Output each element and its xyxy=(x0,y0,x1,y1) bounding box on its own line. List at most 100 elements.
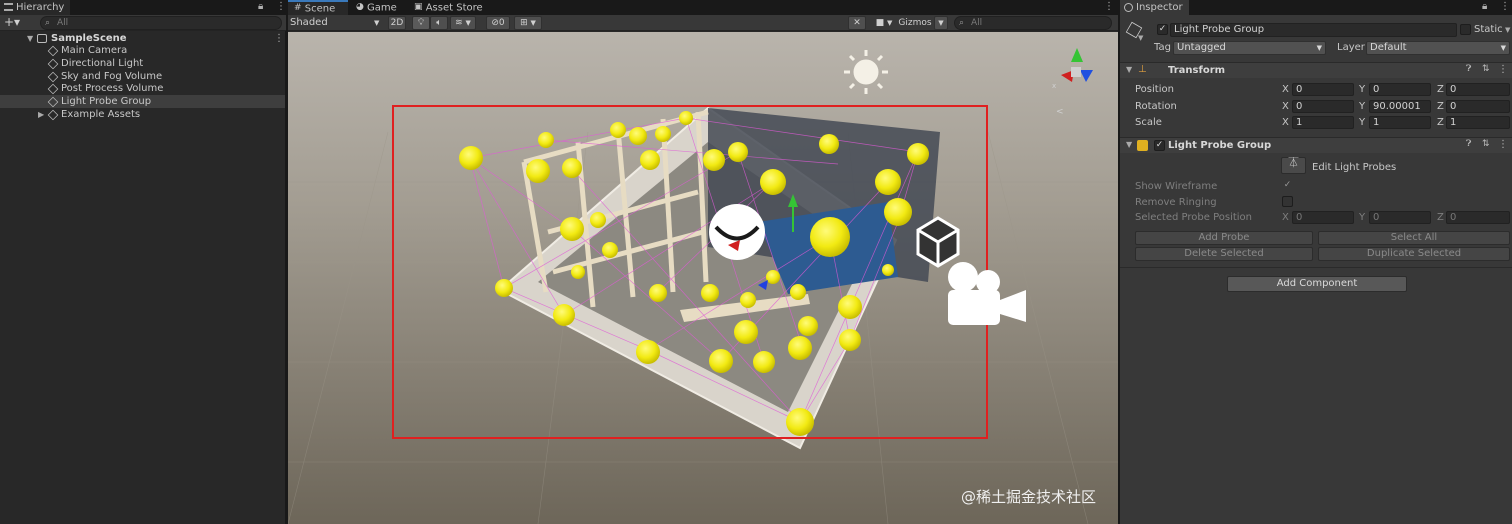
rotation-x-field[interactable]: 0 xyxy=(1292,100,1354,113)
scale-z-field[interactable]: 1 xyxy=(1446,116,1510,129)
component-divider xyxy=(1120,267,1512,268)
rotation-y-field[interactable]: 90.00001 xyxy=(1369,100,1431,113)
static-label: Static xyxy=(1474,24,1503,35)
transform-component-header[interactable]: ▼ ⊥ Transform ❓︎ ⇅ ⋮ xyxy=(1120,62,1512,78)
selected-probe-x-field[interactable]: 0 xyxy=(1292,211,1354,224)
light-probe-sphere xyxy=(786,408,814,436)
expand-arrow-icon[interactable]: ▶ xyxy=(38,108,44,121)
gamepad-icon: ◕ xyxy=(356,2,364,12)
toggle-2d-button[interactable]: 2D xyxy=(388,16,406,30)
hierarchy-item-light-probe-group[interactable]: Light Probe Group xyxy=(0,95,285,108)
lock-icon[interactable]: 🔒︎ xyxy=(258,1,263,12)
add-object-button[interactable]: +▾ xyxy=(4,15,20,29)
lighting-toggle[interactable]: 💡︎ xyxy=(412,16,430,30)
search-icon: ⌕ xyxy=(959,18,965,28)
icon-dropdown-arrow-icon[interactable]: ▼ xyxy=(1138,34,1143,42)
hidden-objects-toggle[interactable]: ⊘0 xyxy=(486,16,510,30)
scene-viewport[interactable]: x < @稀土掘金技术社区 xyxy=(288,32,1118,524)
scale-y-field[interactable]: 1 xyxy=(1369,116,1431,129)
selected-probe-z-field[interactable]: 0 xyxy=(1446,211,1510,224)
duplicate-selected-button[interactable]: Duplicate Selected xyxy=(1318,247,1510,261)
delete-selected-button[interactable]: Delete Selected xyxy=(1135,247,1313,261)
axis-y-label: Y xyxy=(1359,101,1366,112)
light-probe-group-component-header[interactable]: ▼ ✓ Light Probe Group ❓︎ ⇅ ⋮ xyxy=(1120,137,1512,153)
chevron-down-icon[interactable]: ▼ xyxy=(1505,26,1510,34)
tools-cross-icon: ✕ xyxy=(853,18,861,28)
tag-dropdown[interactable]: Untagged ▼ xyxy=(1173,41,1326,55)
more-menu-icon[interactable]: ⋮ xyxy=(1500,1,1510,12)
effects-dropdown[interactable]: ≋ ▼ xyxy=(450,16,476,30)
scene-search-input[interactable]: ⌕ All xyxy=(954,16,1112,30)
show-wireframe-label: Show Wireframe xyxy=(1135,181,1218,192)
gizmos-dropdown[interactable]: ▼ xyxy=(934,16,948,30)
light-probe-component-icon xyxy=(1137,140,1148,151)
help-icon[interactable]: ❓︎ xyxy=(1466,139,1471,149)
preset-sliders-icon[interactable]: ⇅ xyxy=(1482,139,1490,149)
add-probe-button[interactable]: Add Probe xyxy=(1135,231,1313,245)
component-menu-icon[interactable]: ⋮ xyxy=(1498,139,1508,150)
position-x-field[interactable]: 0 xyxy=(1292,83,1354,96)
remove-ringing-label: Remove Ringing xyxy=(1135,197,1217,208)
component-menu-icon[interactable]: ⋮ xyxy=(1498,64,1508,75)
rotation-label: Rotation xyxy=(1135,101,1177,112)
audio-toggle[interactable]: 🔈︎ xyxy=(430,16,448,30)
collapse-arrow-icon[interactable]: ▼ xyxy=(1126,65,1132,74)
speaker-icon: 🔈︎ xyxy=(436,18,442,28)
tab-scene[interactable]: # Scene xyxy=(288,0,348,15)
more-menu-icon[interactable]: ⋮ xyxy=(1104,1,1114,12)
light-probe-sphere xyxy=(459,146,483,170)
shading-mode-dropdown[interactable]: Shaded ▼ xyxy=(290,16,382,30)
hierarchy-toolbar: +▾ ⌕ All xyxy=(0,15,286,31)
grid-icon: ⊞ xyxy=(520,18,528,28)
preset-sliders-icon[interactable]: ⇅ xyxy=(1482,64,1490,74)
hierarchy-item-example-assets[interactable]: ▶ Example Assets xyxy=(0,108,285,121)
chevron-down-icon: ▼ xyxy=(374,19,380,27)
light-probe-sphere xyxy=(538,132,554,148)
show-wireframe-checkbox[interactable]: ✓ xyxy=(1282,180,1293,191)
axis-x-label: X xyxy=(1282,117,1289,128)
collapse-arrow-icon[interactable]: ▼ xyxy=(1126,140,1132,149)
tab-game[interactable]: ◕ Game xyxy=(350,0,403,15)
hierarchy-item-post-process-volume[interactable]: Post Process Volume xyxy=(0,82,285,95)
hierarchy-item-main-camera[interactable]: Main Camera xyxy=(0,44,285,57)
gameobject-cube-icon xyxy=(47,71,59,83)
component-enabled-checkbox[interactable]: ✓ xyxy=(1154,140,1165,151)
scene-toolbar: Shaded ▼ 2D 💡︎ 🔈︎ ≋ ▼ ⊘0 ⊞ ▼ ✕ ■ ▼ Gizmo… xyxy=(288,15,1118,31)
object-name-input[interactable]: Light Probe Group xyxy=(1170,23,1457,37)
remove-ringing-checkbox[interactable] xyxy=(1282,196,1293,207)
light-probe-sphere xyxy=(884,198,912,226)
gameobject-cube-icon xyxy=(47,83,59,95)
light-probe-sphere xyxy=(553,304,575,326)
position-y-field[interactable]: 0 xyxy=(1369,83,1431,96)
tag-label: Tag xyxy=(1154,42,1171,53)
selected-probe-position-label: Selected Probe Position xyxy=(1135,212,1253,223)
tab-inspector[interactable]: Inspector xyxy=(1120,0,1189,15)
add-component-button[interactable]: Add Component xyxy=(1227,276,1407,292)
layer-dropdown[interactable]: Default ▼ xyxy=(1366,41,1510,55)
light-probe-sphere xyxy=(734,320,758,344)
rotation-z-field[interactable]: 0 xyxy=(1446,100,1510,113)
light-probe-sphere xyxy=(629,127,647,145)
axis-z-label: Z xyxy=(1437,84,1444,95)
help-icon[interactable]: ❓︎ xyxy=(1466,64,1471,74)
position-z-field[interactable]: 0 xyxy=(1446,83,1510,96)
lock-icon[interactable]: 🔒︎ xyxy=(1482,1,1487,12)
selected-probe-y-field[interactable]: 0 xyxy=(1369,211,1431,224)
tab-hierarchy[interactable]: Hierarchy xyxy=(0,0,71,15)
select-all-button[interactable]: Select All xyxy=(1318,231,1510,245)
active-checkbox[interactable]: ✓ xyxy=(1157,24,1168,35)
tab-asset-store[interactable]: ▣ Asset Store xyxy=(408,0,489,15)
edit-light-probes-button[interactable]: ⏄ xyxy=(1281,157,1306,174)
grid-dropdown[interactable]: ⊞ ▼ xyxy=(514,16,542,30)
gizmos-button[interactable]: Gizmos xyxy=(896,16,934,30)
more-menu-icon[interactable]: ⋮ xyxy=(276,1,286,12)
scale-x-field[interactable]: 1 xyxy=(1292,116,1354,129)
hierarchy-item-directional-light[interactable]: Directional Light xyxy=(0,57,285,70)
chevron-down-icon: ▼ xyxy=(938,19,944,27)
tools-toggle[interactable]: ✕ xyxy=(848,16,866,30)
hierarchy-search-input[interactable]: ⌕ All xyxy=(40,16,282,30)
light-probe-sphere xyxy=(838,295,862,319)
static-checkbox[interactable] xyxy=(1460,24,1471,35)
hierarchy-panel: Hierarchy 🔒︎ ⋮ +▾ ⌕ All ▼ SampleScene ⋮ … xyxy=(0,0,286,524)
camera-dropdown[interactable]: ■ ▼ xyxy=(870,16,898,30)
